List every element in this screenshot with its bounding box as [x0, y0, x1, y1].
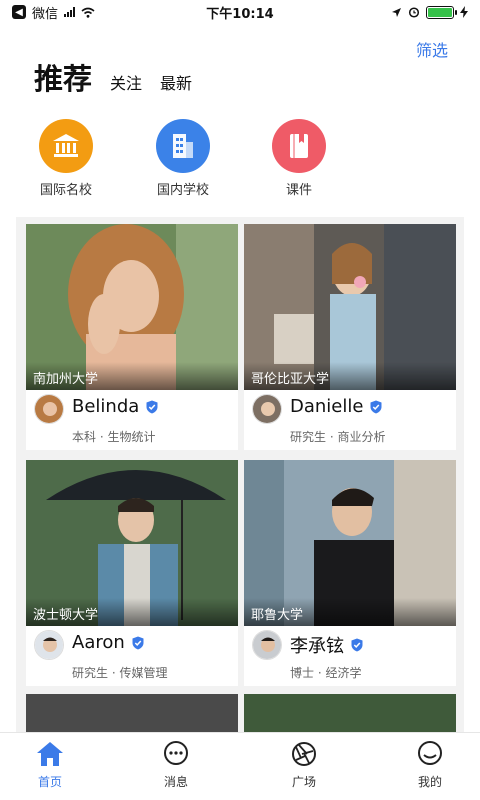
profile-meta: 研究生 · 商业分析 — [290, 430, 386, 444]
profile-photo — [244, 694, 456, 734]
battery-icon — [426, 5, 457, 19]
profile-photo: 耶鲁大学 — [244, 460, 456, 626]
profile-card[interactable] — [244, 694, 456, 734]
category-courseware[interactable]: 课件 — [254, 119, 344, 198]
tab-me[interactable]: 我的 — [390, 741, 470, 790]
tab-label: 消息 — [163, 775, 188, 789]
building-icon — [156, 119, 210, 173]
avatar — [34, 630, 64, 660]
profile-photo — [26, 694, 238, 734]
tab-label: 广场 — [291, 775, 316, 789]
signal-icon — [64, 7, 76, 17]
book-icon — [272, 119, 326, 173]
verified-badge-icon — [132, 636, 144, 649]
profile-name: Belinda — [72, 396, 140, 417]
back-to-app-icon[interactable]: ◀ — [12, 5, 26, 19]
school-label: 哥伦比亚大学 — [244, 362, 456, 390]
profile-name: Danielle — [290, 396, 364, 417]
charging-icon — [460, 6, 468, 18]
verified-badge-icon — [370, 400, 382, 413]
tab-recommended[interactable]: 推荐 — [34, 56, 92, 98]
verified-badge-icon — [146, 400, 158, 413]
filter-button[interactable]: 筛选 — [416, 37, 448, 61]
home-icon — [37, 742, 63, 766]
profile-name: Aaron — [72, 632, 125, 653]
university-icon — [39, 119, 93, 173]
tab-label: 我的 — [417, 775, 442, 789]
avatar — [34, 394, 64, 424]
school-label: 南加州大学 — [26, 362, 238, 390]
profile-card[interactable]: 波士顿大学 Aaron 研究生 · 传媒管理 — [26, 460, 238, 686]
category-label: 国际名校 — [39, 183, 92, 198]
category-international-schools[interactable]: 国际名校 — [21, 119, 111, 198]
profile-card[interactable]: 哥伦比亚大学 Danielle 研究生 · 商业分析 — [244, 224, 456, 450]
message-icon — [164, 741, 188, 765]
profile-card[interactable]: 南加州大学 Belinda 本科 · 生物统计 — [26, 224, 238, 450]
profile-photo: 哥伦比亚大学 — [244, 224, 456, 390]
aperture-icon — [292, 742, 316, 766]
profile-photo: 波士顿大学 — [26, 460, 238, 626]
profile-name: 李承铉 — [290, 636, 344, 657]
avatar — [252, 630, 282, 660]
tab-home[interactable]: 首页 — [10, 741, 90, 790]
tab-messages[interactable]: 消息 — [136, 741, 216, 790]
avatar — [252, 394, 282, 424]
alarm-icon — [408, 7, 420, 18]
bottom-tab-bar: 首页 消息 广场 我的 — [0, 732, 480, 800]
tab-latest[interactable]: 最新 — [160, 70, 192, 94]
verified-badge-icon — [351, 638, 363, 652]
school-label: 波士顿大学 — [26, 598, 238, 626]
category-domestic-schools[interactable]: 国内学校 — [138, 119, 228, 198]
profile-meta: 博士 · 经济学 — [290, 666, 362, 680]
tab-following[interactable]: 关注 — [110, 70, 142, 94]
carrier-label: 微信 — [32, 6, 59, 22]
profile-photo: 南加州大学 — [26, 224, 238, 390]
profile-meta: 研究生 · 传媒管理 — [72, 666, 168, 680]
tab-square[interactable]: 广场 — [264, 741, 344, 790]
category-row: 国际名校 国内学校 课件 — [0, 119, 480, 199]
category-label: 国内学校 — [156, 183, 209, 198]
status-bar: ◀ 微信 下午10:14 — [0, 0, 480, 24]
wifi-icon — [81, 7, 95, 18]
profile-card[interactable]: 耶鲁大学 李承铉 博士 · 经济学 — [244, 460, 456, 686]
school-label: 耶鲁大学 — [244, 598, 456, 626]
tab-label: 首页 — [37, 775, 62, 789]
profile-meta: 本科 · 生物统计 — [72, 430, 156, 444]
top-tabs: 推荐 关注 最新 — [34, 56, 192, 98]
profile-card[interactable] — [26, 694, 238, 734]
location-icon — [392, 7, 401, 17]
category-label: 课件 — [285, 183, 312, 198]
profile-icon — [418, 741, 442, 765]
